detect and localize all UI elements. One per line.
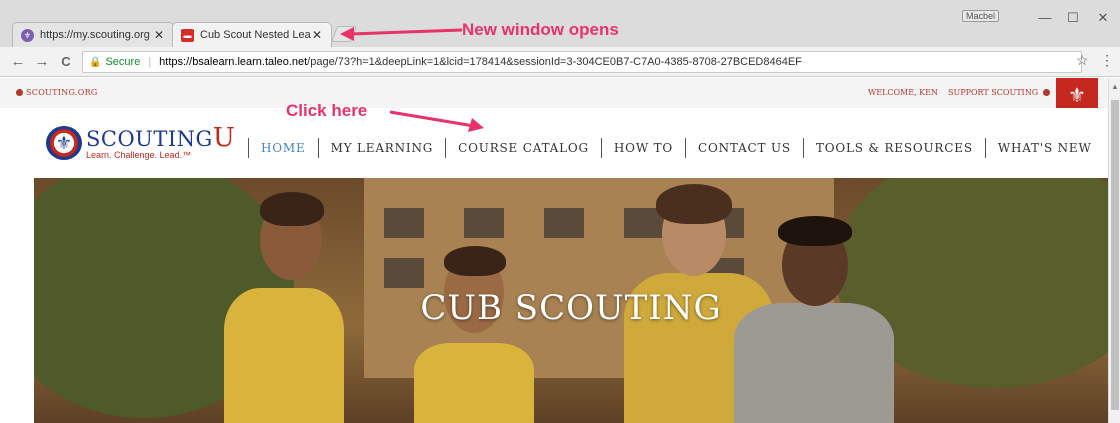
circle-arrow-icon (16, 89, 23, 96)
nav-course-catalog[interactable]: COURSE CATALOG (446, 141, 601, 155)
building-window (464, 208, 504, 238)
browser-menu-icon[interactable]: ⋮ (1100, 52, 1114, 69)
url-path: /page/73?h=1&deepLink=1&lcid=178414&sess… (307, 56, 802, 68)
utility-bar: SCOUTING.ORG WELCOME, KEN SUPPORT SCOUTI… (0, 78, 1108, 118)
building-window (384, 208, 424, 238)
back-button[interactable]: ← (8, 52, 28, 72)
nav-contact-us[interactable]: CONTACT US (686, 141, 803, 155)
reload-button[interactable]: C (56, 52, 76, 72)
nav-how-to[interactable]: HOW TO (602, 141, 685, 155)
scroll-up-icon[interactable]: ▲ (1111, 82, 1119, 91)
close-icon[interactable]: ✕ (153, 28, 165, 42)
support-scouting-link[interactable]: SUPPORT SCOUTING (948, 88, 1053, 97)
hero-banner: CUB SCOUTING (34, 178, 1108, 423)
logo-brand-text: SCOUTING (86, 126, 213, 151)
scout-shirt (414, 343, 534, 423)
address-bar[interactable]: 🔒 Secure | https://bsalearn.learn.taleo.… (82, 51, 1082, 73)
logo-brand-u: U (212, 122, 236, 153)
leader-hair (656, 184, 732, 224)
building-window (544, 208, 584, 238)
annotation-new-window: New window opens (462, 20, 619, 39)
main-navigation: HOME MY LEARNING COURSE CATALOG HOW TO C… (248, 138, 1104, 158)
divider: | (148, 56, 152, 68)
url-text: https://bsalearn.learn.taleo.net/page/73… (159, 56, 802, 68)
annotation-arrow-down-right-icon (389, 110, 484, 132)
minimize-button[interactable]: — (1030, 8, 1060, 28)
nav-home[interactable]: HOME (249, 141, 318, 155)
bookmark-star-icon[interactable]: ☆ (1076, 52, 1089, 69)
scouting-org-label: SCOUTING.ORG (26, 88, 98, 97)
fleur-de-lis-icon: ⚜ (46, 126, 82, 160)
close-icon[interactable]: ✕ (311, 28, 323, 42)
url-host: https://bsalearn.learn.taleo.net (159, 56, 308, 68)
page-scrollbar[interactable]: ▲ (1108, 78, 1120, 423)
nav-whats-new[interactable]: WHAT'S NEW (986, 141, 1104, 155)
tab-cub-scout-nested-learning[interactable]: ▬ Cub Scout Nested Learni ✕ (172, 22, 332, 47)
scout-hair (260, 192, 324, 226)
scrollbar-thumb[interactable] (1111, 100, 1119, 410)
secure-label: Secure (105, 56, 141, 68)
tab-title: Cub Scout Nested Learni (200, 29, 311, 41)
hero-title: CUB SCOUTING (420, 288, 722, 328)
utility-right: WELCOME, KEN SUPPORT SCOUTING (868, 88, 1053, 97)
scouting-favicon-icon: ⚜ (21, 28, 34, 42)
web-page: SCOUTING.ORG WELCOME, KEN SUPPORT SCOUTI… (0, 78, 1108, 423)
annotation-arrow-left-icon (340, 27, 463, 41)
forward-button[interactable]: → (32, 52, 52, 72)
logo-brand: SCOUTINGU (86, 125, 235, 151)
scout-hair (778, 216, 852, 246)
tab-my-scouting[interactable]: ⚜ https://my.scouting.org ✕ (12, 22, 174, 47)
support-scouting-label: SUPPORT SCOUTING (948, 88, 1039, 97)
welcome-text: WELCOME, KEN (868, 88, 938, 97)
nav-my-learning[interactable]: MY LEARNING (319, 141, 446, 155)
building-window (384, 258, 424, 288)
taleo-favicon-icon: ▬ (181, 28, 194, 42)
browser-toolbar: ← → C 🔒 Secure | https://bsalearn.learn.… (0, 47, 1120, 77)
close-window-button[interactable]: ✕ (1088, 8, 1118, 28)
site-header: ⚜ SCOUTINGU Learn. Challenge. Lead.™ HOM… (0, 108, 1108, 178)
tab-title: https://my.scouting.org (40, 29, 150, 41)
circle-arrow-icon (1042, 89, 1050, 96)
lock-icon: 🔒 (89, 56, 102, 68)
scouting-u-logo[interactable]: ⚜ SCOUTINGU Learn. Challenge. Lead.™ (46, 125, 235, 160)
logo-tagline: Learn. Challenge. Lead.™ (86, 149, 192, 160)
maximize-button[interactable]: ☐ (1058, 8, 1088, 28)
annotation-click-here: Click here (286, 101, 368, 120)
profile-badge[interactable]: Macbel (962, 10, 1000, 22)
nav-tools-resources[interactable]: TOOLS & RESOURCES (804, 141, 985, 155)
scouting-org-link[interactable]: SCOUTING.ORG (16, 88, 98, 97)
scout-hair (444, 246, 506, 276)
